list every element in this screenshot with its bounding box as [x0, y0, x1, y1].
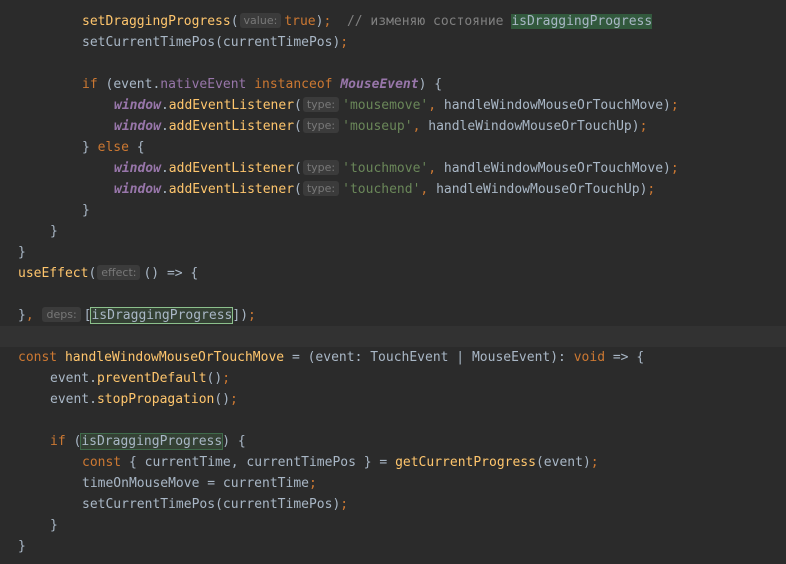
code-token: window — [114, 182, 161, 197]
code-token: = (event: TouchEvent | MouseEvent): — [284, 350, 574, 365]
code-token: setCurrentTimePos — [82, 497, 216, 512]
param-hint: type: — [302, 118, 340, 133]
code-token: true — [284, 14, 316, 29]
code-token: event — [50, 371, 90, 386]
code-token: setDraggingProgress — [82, 14, 231, 29]
code-token: currentTimePos — [222, 35, 333, 50]
code-line[interactable]: } — [0, 536, 786, 557]
code-token: 'mouseup' — [342, 119, 413, 134]
code-line[interactable]: if (event.nativeEvent instanceof MouseEv… — [0, 74, 786, 95]
code-token: 'touchend' — [342, 182, 421, 197]
code-token: const — [82, 455, 122, 470]
code-token: addEventListener — [168, 98, 295, 113]
code-line[interactable]: const { currentTime, currentTimePos } = … — [0, 452, 786, 473]
code-token: stopPropagation — [96, 392, 215, 407]
code-line[interactable]: const handleWindowMouseOrTouchMove = (ev… — [0, 347, 786, 368]
code-token: preventDefault — [96, 371, 207, 386]
code-token: window — [114, 98, 161, 113]
code-token: handleWindowMouseOrTouchMove — [443, 161, 664, 176]
code-token: nativeEvent — [160, 77, 247, 92]
code-line[interactable]: } — [0, 200, 786, 221]
code-token: MouseEvent — [340, 77, 419, 92]
code-token: handleWindowMouseOrTouchUp — [436, 182, 640, 197]
code-token: event — [50, 392, 90, 407]
code-token: window — [114, 119, 161, 134]
code-line[interactable]: window.addEventListener(type:'touchmove'… — [0, 158, 786, 179]
highlighted-usage: isDraggingProgress — [90, 307, 234, 324]
param-hint: type: — [302, 160, 340, 175]
code-line[interactable]: } — [0, 221, 786, 242]
code-line[interactable]: window.addEventListener(type:'mouseup', … — [0, 116, 786, 137]
code-token: useEffect — [18, 266, 89, 281]
code-line[interactable]: useEffect(effect:() => { — [0, 263, 786, 284]
code-token: if — [82, 77, 98, 92]
code-token: const — [18, 350, 58, 365]
param-hint: type: — [302, 181, 340, 196]
code-token: handleWindowMouseOrTouchUp — [428, 119, 632, 134]
param-hint: value: — [239, 13, 282, 28]
code-token: 'touchmove' — [342, 161, 429, 176]
code-token: if — [50, 434, 66, 449]
code-token: window — [114, 161, 161, 176]
code-token: 'mousemove' — [342, 98, 429, 113]
code-editor[interactable]: setDraggingProgress(value: true); // изме… — [0, 0, 786, 564]
code-token: instanceof — [254, 77, 333, 92]
highlighted-usage: isDraggingProgress — [511, 14, 653, 29]
code-token: event — [113, 77, 153, 92]
code-line[interactable]: }, deps: [isDraggingProgress]); — [0, 305, 786, 326]
param-hint: deps: — [42, 307, 81, 322]
code-line[interactable]: } else { — [0, 137, 786, 158]
code-line[interactable]: setCurrentTimePos(currentTimePos); — [0, 32, 786, 53]
code-token: event — [543, 455, 583, 470]
code-line[interactable]: window.addEventListener(type:'mousemove'… — [0, 95, 786, 116]
code-token: else — [97, 140, 129, 155]
code-comment: // изменяю состояние — [346, 14, 512, 29]
code-line[interactable]: event.preventDefault(); — [0, 368, 786, 389]
code-token: currentTimePos — [222, 497, 333, 512]
code-token: getCurrentProgress — [395, 455, 536, 470]
code-token: addEventListener — [168, 119, 295, 134]
code-token: { currentTime, currentTimePos } = — [128, 455, 396, 470]
code-token: addEventListener — [168, 182, 295, 197]
code-token: handleWindowMouseOrTouchMove — [64, 350, 285, 365]
param-hint: effect: — [97, 265, 141, 280]
code-token: void — [573, 350, 606, 365]
code-line[interactable]: } — [0, 242, 786, 263]
highlighted-usage: isDraggingProgress — [80, 433, 224, 450]
code-line[interactable]: event.stopPropagation(); — [0, 389, 786, 410]
code-line[interactable]: timeOnMouseMove = currentTime; — [0, 473, 786, 494]
code-line[interactable]: window.addEventListener(type:'touchend',… — [0, 179, 786, 200]
code-line[interactable]: if (isDraggingProgress) { — [0, 431, 786, 452]
code-token: timeOnMouseMove = currentTime — [82, 476, 309, 491]
code-token: addEventListener — [168, 161, 295, 176]
code-token: setCurrentTimePos — [82, 35, 216, 50]
param-hint: type: — [302, 97, 340, 112]
code-line[interactable]: setDraggingProgress(value: true); // изме… — [0, 11, 786, 32]
code-token: handleWindowMouseOrTouchMove — [443, 98, 664, 113]
code-line[interactable]: setCurrentTimePos(currentTimePos); — [0, 494, 786, 515]
code-line[interactable]: } — [0, 515, 786, 536]
current-line-highlight[interactable] — [0, 326, 786, 347]
